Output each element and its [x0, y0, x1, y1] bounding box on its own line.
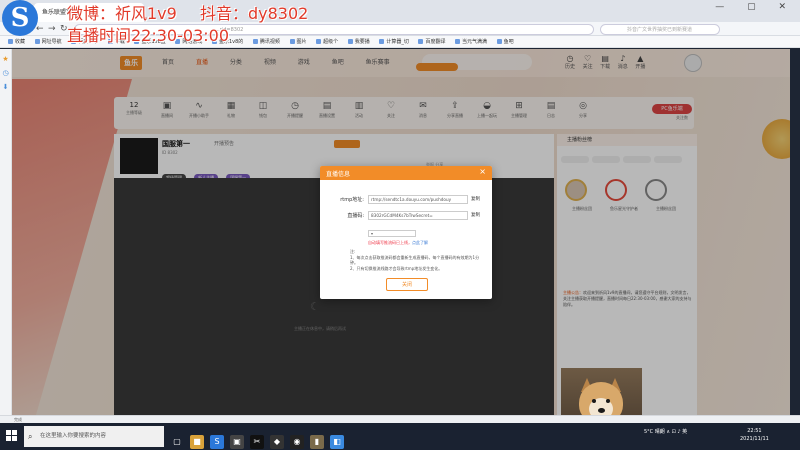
- weibo-watermark: 微博：祈风1v9: [67, 4, 177, 23]
- search-icon: ⌕: [28, 432, 33, 441]
- taskbar-search[interactable]: ⌕ 在这里输入你要搜索的内容: [24, 426, 164, 447]
- dialog-header: 直播信息 ×: [320, 166, 492, 180]
- schedule-watermark: 直播时间22:30-03:00: [67, 26, 229, 45]
- rtmp-label: rtmp地址:: [340, 197, 364, 203]
- close-icon[interactable]: ×: [479, 167, 486, 176]
- bookmark-item[interactable]: 我要播: [347, 39, 370, 45]
- capcut-icon[interactable]: ✂: [250, 435, 264, 449]
- taskbar-search-placeholder: 在这里输入你要搜索的内容: [40, 433, 107, 439]
- dialog-notes: 注: 1、每次点击获取推流码都会重新生成直播码，每个直播码的有效期为1分钟。 2…: [350, 249, 480, 271]
- bookmark-item[interactable]: 超级个: [316, 39, 338, 45]
- browser-status-bar: 完成: [0, 415, 800, 423]
- taskbar-apps: ▢ ■ S ▣ ✂ ◆ ◉ ▮ ◧: [170, 429, 350, 449]
- history-icon[interactable]: ◷: [0, 69, 11, 77]
- bookmark-item[interactable]: 图片: [289, 39, 307, 45]
- browser-search-placeholder: 抖音广文世界抽奖已到新赛道: [627, 27, 693, 33]
- close-button[interactable]: 关闭: [386, 278, 428, 291]
- window-controls[interactable]: — ▢ ✕: [715, 2, 796, 12]
- browser-search-box[interactable]: 抖音广文世界抽奖已到新赛道: [600, 24, 720, 35]
- copy-code-button[interactable]: 复制: [471, 212, 480, 218]
- obs-icon[interactable]: ◉: [290, 435, 304, 449]
- download-icon[interactable]: ⬇: [0, 83, 11, 91]
- bookmark-item[interactable]: 百度翻译: [418, 39, 445, 45]
- dog-nose: [598, 408, 605, 413]
- copy-rtmp-button[interactable]: 复制: [471, 196, 480, 202]
- auto-fill-notice: 自动填写推流码已上线，点此了解: [368, 240, 428, 245]
- browser-sidebar: ★ ◷ ⬇: [0, 49, 12, 415]
- back-icon[interactable]: ←: [36, 22, 44, 36]
- dog-eye: [592, 399, 596, 403]
- bookmark-item[interactable]: 网址导航: [34, 39, 62, 45]
- live-info-dialog: 直播信息 × rtmp地址: rtmp://sendtc1a.douyu.com…: [320, 166, 492, 299]
- task-view-icon[interactable]: ▢: [170, 435, 184, 449]
- stream-code-label: 直播码:: [347, 213, 364, 219]
- windows-taskbar: ⌕ 在这里输入你要搜索的内容 ▢ ■ S ▣ ✂ ◆ ◉ ▮ ◧ 5°C 晴朗 ∧ ⊡ ♪ 英 …: [0, 423, 800, 450]
- star-icon[interactable]: ★: [0, 55, 11, 63]
- bookmark-item[interactable]: 计算器_切: [379, 39, 409, 45]
- rtmp-address-field[interactable]: rtmp://sendtc1a.douyu.com/pushdouy: [368, 195, 468, 204]
- taskbar-clock[interactable]: 22:51 2021/11/11: [740, 427, 769, 443]
- sogou-browser-logo-icon[interactable]: S: [2, 0, 38, 36]
- bookmark-item[interactable]: 收藏: [8, 39, 25, 45]
- dog-eye: [606, 399, 610, 403]
- bookmark-item[interactable]: 当元气满满: [455, 39, 487, 45]
- app-icon-1[interactable]: ▣: [230, 435, 244, 449]
- sogou-browser-icon[interactable]: S: [210, 435, 224, 449]
- weather-text[interactable]: 5°C 晴朗: [644, 429, 665, 435]
- bookmark-item[interactable]: 鱼吧: [496, 39, 514, 45]
- system-tray[interactable]: 5°C 晴朗 ∧ ⊡ ♪ 英: [644, 428, 687, 435]
- note-line: 2、只有切换推流线路才会导致rtmp地址发生变化。: [350, 265, 443, 271]
- app-icon-4[interactable]: ◧: [330, 435, 344, 449]
- stream-code-field[interactable]: 8302rGCdM4Ks7bTrwSecret=: [368, 211, 468, 220]
- line-select[interactable]: ▾: [368, 230, 416, 237]
- dialog-title: 直播信息: [326, 171, 351, 178]
- douyin-watermark: 抖音：dy8302: [200, 4, 309, 23]
- note-line: 1、每次点击获取推流码都会重新生成直播码，每个直播码的有效期为1分钟。: [350, 254, 480, 266]
- learn-more-link[interactable]: 点此了解: [412, 240, 428, 245]
- app-icon-3[interactable]: ▮: [310, 435, 324, 449]
- forward-icon[interactable]: →: [48, 22, 56, 36]
- bookmark-item[interactable]: 腾讯视频: [252, 39, 280, 45]
- app-icon-2[interactable]: ◆: [270, 435, 284, 449]
- windows-start-icon[interactable]: [6, 430, 18, 442]
- file-explorer-icon[interactable]: ■: [190, 435, 204, 449]
